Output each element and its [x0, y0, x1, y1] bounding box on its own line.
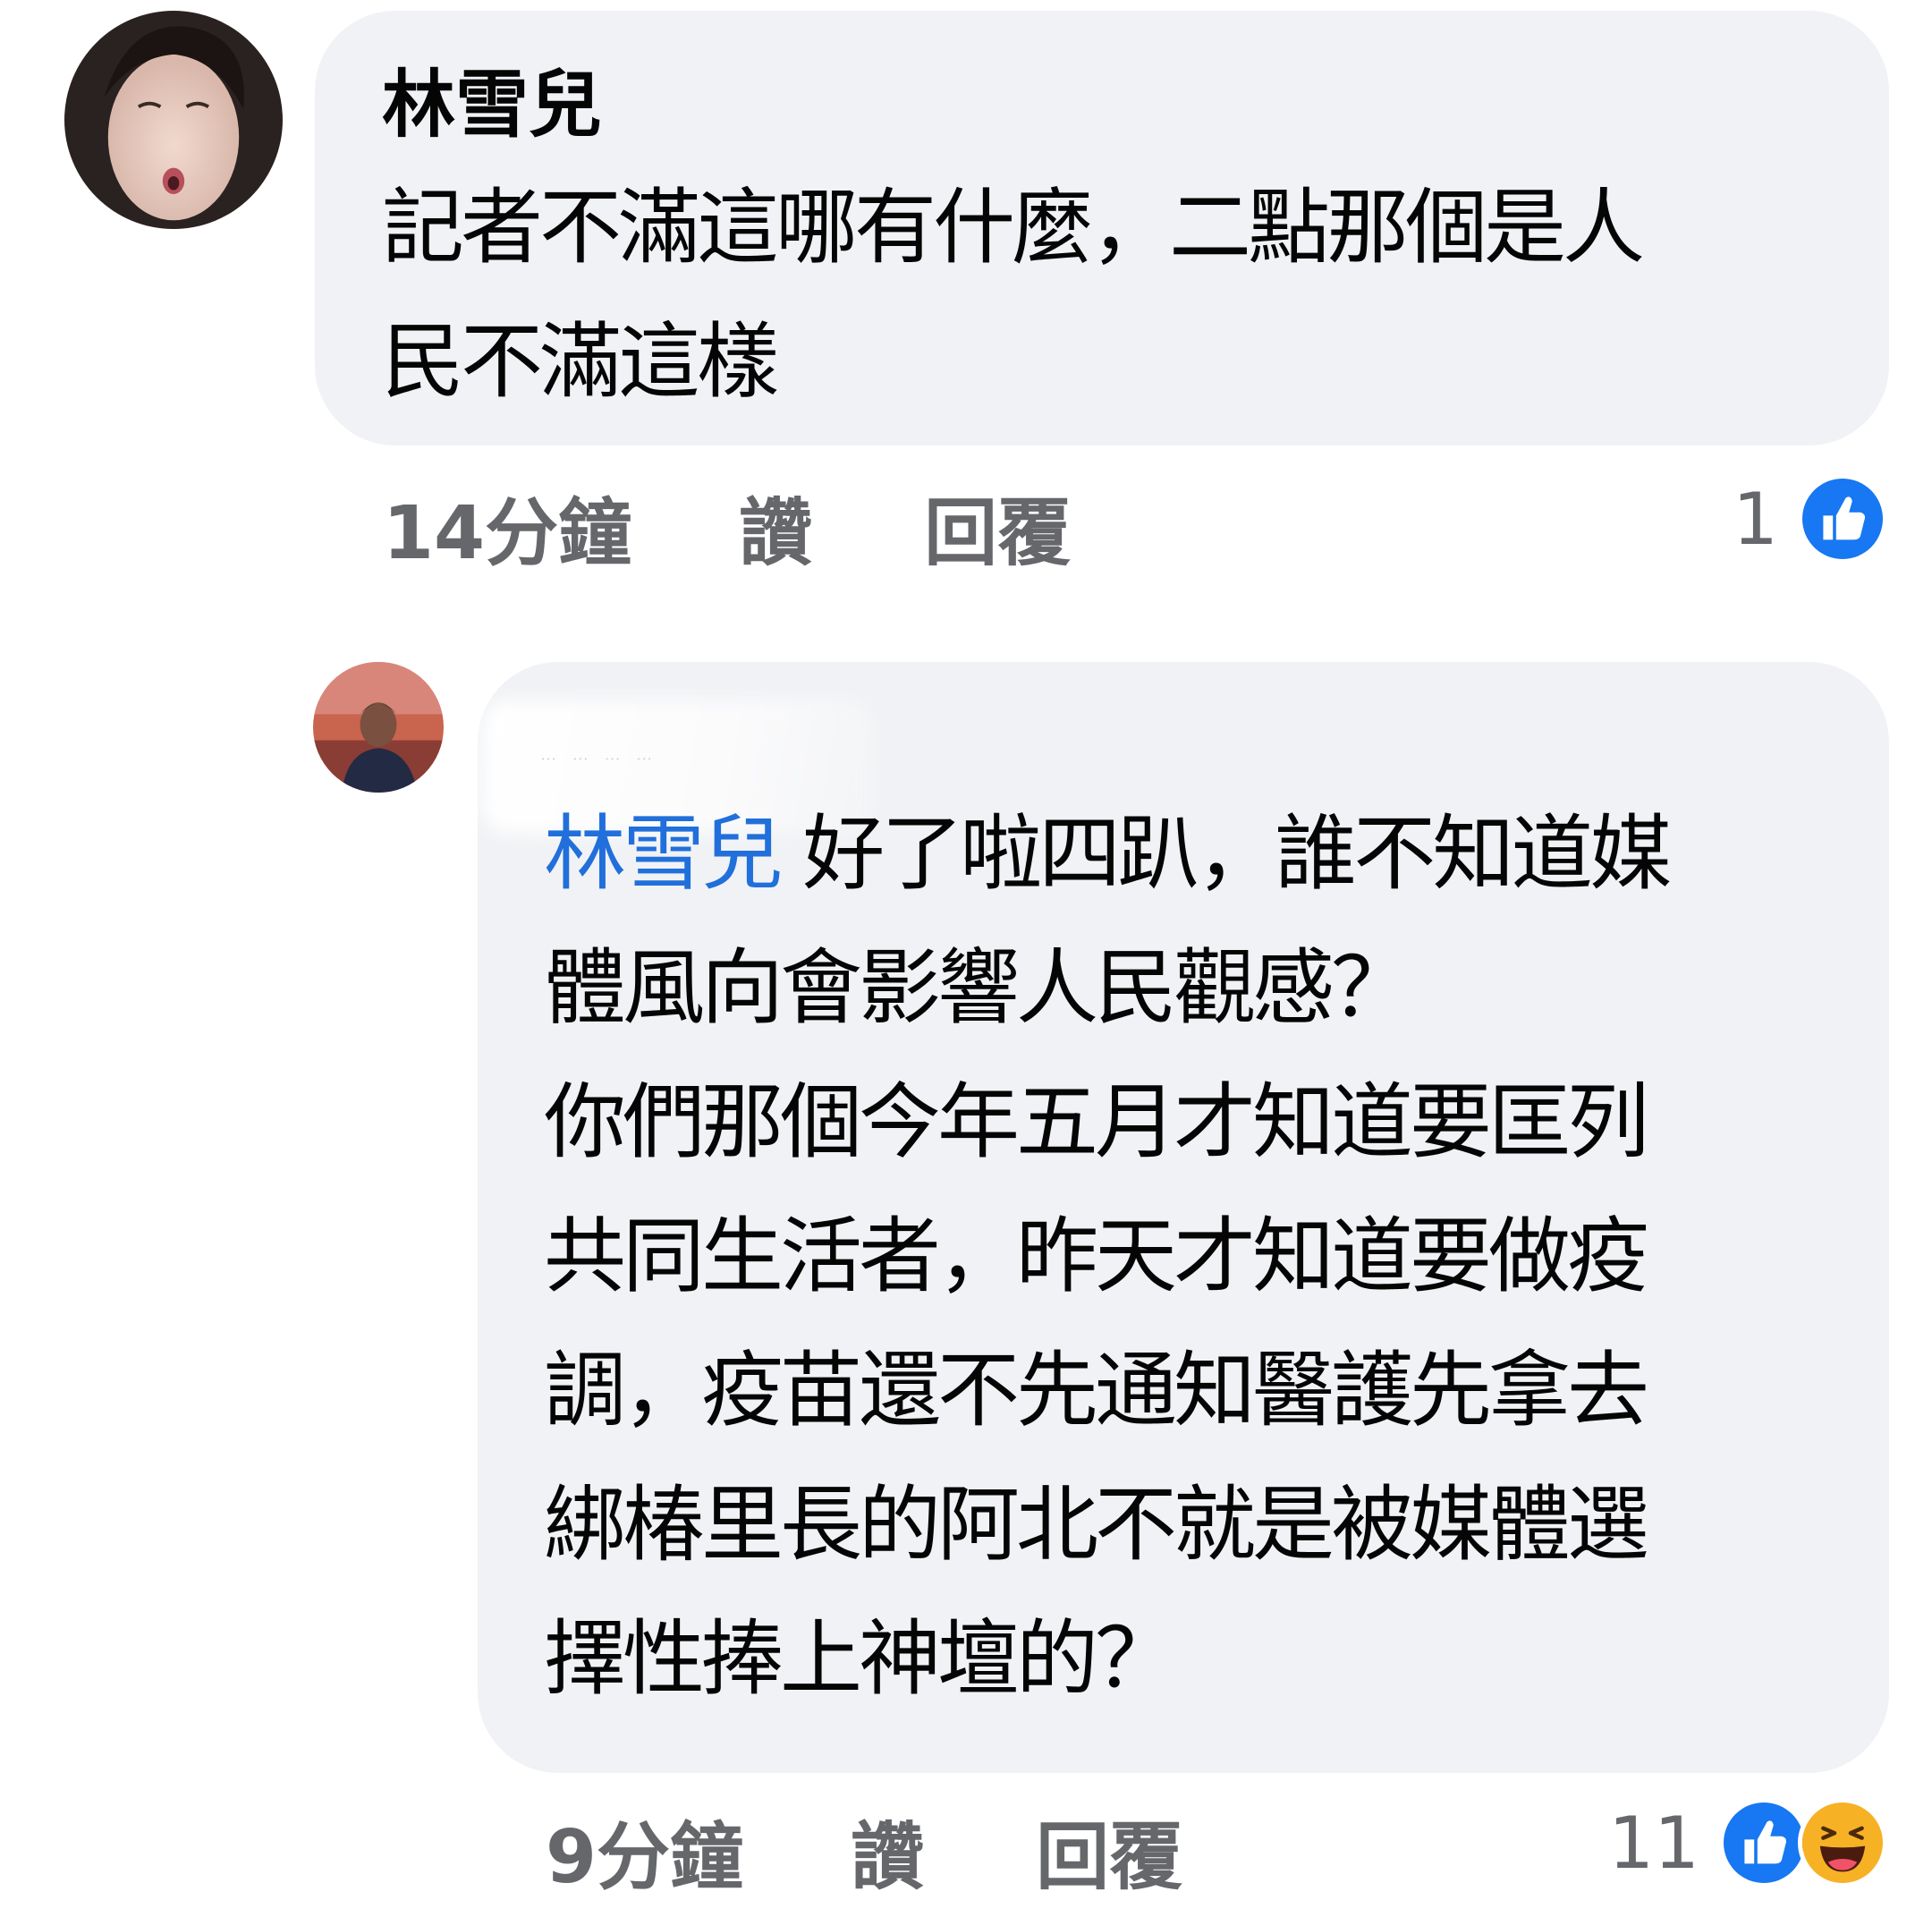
- reply-text: 林雪兒 好了啦四趴，誰不知道媒 體風向會影響人民觀感？ 你們那個今年五月才知道要…: [544, 787, 1850, 1726]
- reply-text-line: 擇性捧上神壇的？: [544, 1611, 1177, 1707]
- avatar-photo: [313, 662, 444, 793]
- commenter-avatar[interactable]: [64, 11, 283, 229]
- comment-text-line: 記者不滿這哪有什麼，二點那個是人: [382, 180, 1645, 276]
- reply-text-line: 調，疫苗還不先通知醫護先拿去: [544, 1343, 1649, 1438]
- reaction-count: 11: [1608, 1801, 1699, 1885]
- reply-text-line: 體風向會影響人民觀感？: [544, 940, 1413, 1036]
- reply-text-line: 綁椿里長的阿北不就是被媒體選: [544, 1477, 1649, 1573]
- haha-icon: [1798, 1798, 1887, 1887]
- reaction-count: 1: [1733, 477, 1778, 561]
- comment-text: 記者不滿這哪有什麼，二點那個是人 民不滿這樣: [382, 161, 1835, 429]
- reaction-summary[interactable]: 1: [1733, 474, 1887, 564]
- reply-text-line: 共同生活者，昨天才知道要做疫: [544, 1209, 1649, 1304]
- reply-avatar[interactable]: [313, 662, 444, 793]
- reply-bubble: ⋯ ⋯ ⋯ ⋯ 林雪兒 好了啦四趴，誰不知道媒 體風向會影響人民觀感？ 你們那個…: [478, 662, 1889, 1773]
- reply-button[interactable]: 回覆: [924, 473, 1071, 580]
- reply-actions: 9分鐘 讚 回覆: [546, 1805, 1182, 1900]
- comment-author[interactable]: 林雪兒: [382, 61, 1835, 150]
- redacted-marks: ⋯ ⋯ ⋯ ⋯: [540, 750, 658, 768]
- reply-text-line: 你們那個今年五月才知道要匡列: [544, 1074, 1649, 1170]
- like-button[interactable]: 讚: [851, 1797, 924, 1904]
- reply-button[interactable]: 回覆: [1036, 1797, 1182, 1904]
- comment-text-line: 民不滿這樣: [382, 314, 779, 410]
- avatar-photo: [64, 11, 283, 229]
- like-icon: [1719, 1798, 1809, 1887]
- mention-link[interactable]: 林雪兒: [544, 806, 784, 902]
- reply-text-line: 好了啦四趴，誰不知道媒: [780, 806, 1672, 902]
- like-icon: [1798, 474, 1887, 564]
- reaction-summary[interactable]: 11: [1608, 1798, 1887, 1887]
- like-button[interactable]: 讚: [739, 473, 812, 580]
- comment-timestamp[interactable]: 14分鐘: [383, 473, 631, 580]
- reply-timestamp[interactable]: 9分鐘: [546, 1797, 743, 1904]
- comment-bubble: 林雪兒 記者不滿這哪有什麼，二點那個是人 民不滿這樣: [315, 11, 1889, 445]
- comment-actions: 14分鐘 讚 回覆: [383, 481, 1071, 576]
